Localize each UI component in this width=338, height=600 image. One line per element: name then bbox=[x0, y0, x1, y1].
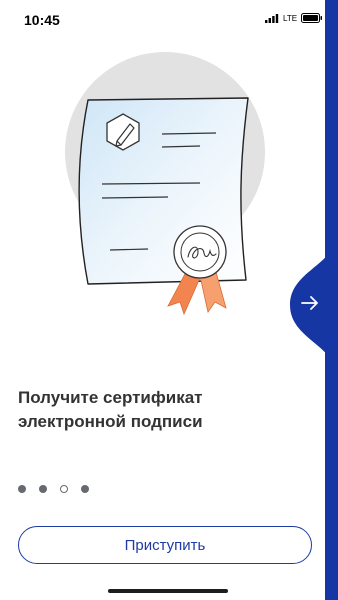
page-dot-active bbox=[60, 485, 68, 493]
page-indicator bbox=[18, 485, 89, 493]
signal-icon bbox=[265, 13, 279, 23]
next-button[interactable] bbox=[293, 286, 327, 320]
status-icons: LTE bbox=[265, 13, 323, 23]
network-type: LTE bbox=[283, 13, 298, 23]
certificate-illustration bbox=[65, 52, 265, 316]
battery-icon bbox=[301, 13, 323, 23]
arrow-right-icon bbox=[301, 296, 318, 310]
status-bar: 10:45 LTE bbox=[0, 0, 338, 40]
page-dot bbox=[81, 485, 89, 493]
home-indicator[interactable] bbox=[108, 589, 228, 593]
status-time: 10:45 bbox=[24, 12, 60, 28]
page-dot bbox=[18, 485, 26, 493]
page-dot bbox=[39, 485, 47, 493]
seal-icon bbox=[173, 225, 227, 279]
start-button[interactable]: Приступить bbox=[18, 526, 312, 564]
onboarding-title: Получите сертификат электронной подписи bbox=[18, 388, 203, 431]
